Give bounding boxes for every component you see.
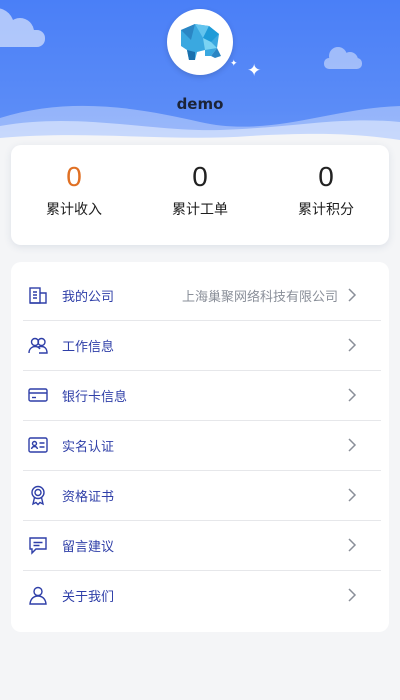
stat-income-value: 0	[66, 161, 82, 192]
stat-points-value: 0	[318, 161, 334, 192]
people-icon	[28, 337, 48, 354]
user-icon	[29, 586, 47, 605]
stats-card: 0 累计收入 0 累计工单 0 累计积分	[11, 145, 389, 245]
menu-value-company-name: 上海巢聚网络科技有限公司	[181, 289, 338, 305]
menu-label: 工作信息	[62, 339, 115, 355]
elephant-logo-icon	[181, 24, 221, 60]
menu-label: 我的公司	[62, 289, 115, 305]
avatar[interactable]	[167, 9, 233, 75]
chevron-right-icon	[348, 338, 357, 352]
menu-item-bank-card[interactable]: 银行卡信息	[11, 370, 389, 420]
certificate-icon	[31, 485, 45, 506]
menu-card: 我的公司 上海巢聚网络科技有限公司 工作信息 银行卡信息 实名认证 资格证书 留…	[11, 262, 389, 632]
menu-item-certificates[interactable]: 资格证书	[11, 470, 389, 520]
menu-label: 留言建议	[62, 539, 115, 555]
stat-workorders[interactable]: 0 累计工单	[137, 145, 263, 245]
stat-points[interactable]: 0 累计积分	[263, 145, 389, 245]
menu-label: 银行卡信息	[62, 389, 128, 405]
menu-item-real-name-verification[interactable]: 实名认证	[11, 420, 389, 470]
id-card-icon	[28, 437, 48, 453]
menu-label: 实名认证	[62, 439, 115, 455]
stat-points-label: 累计积分	[298, 202, 354, 218]
chevron-right-icon	[348, 488, 357, 502]
stat-income-label: 累计收入	[46, 202, 102, 218]
chevron-right-icon	[348, 288, 357, 302]
stat-income[interactable]: 0 累计收入	[11, 145, 137, 245]
sparkle-small-icon: ✦	[230, 59, 238, 69]
bank-card-icon	[28, 388, 48, 402]
chevron-right-icon	[348, 438, 357, 452]
stat-workorders-label: 累计工单	[172, 202, 228, 218]
chevron-right-icon	[348, 388, 357, 402]
sparkle-large-icon: ✦	[247, 61, 262, 81]
chevron-right-icon	[348, 538, 357, 552]
menu-item-feedback[interactable]: 留言建议	[11, 520, 389, 570]
message-icon	[29, 537, 47, 555]
menu-label: 关于我们	[62, 589, 115, 605]
stat-workorders-value: 0	[192, 161, 208, 192]
menu-item-about-us[interactable]: 关于我们	[11, 570, 389, 620]
menu-item-work-info[interactable]: 工作信息	[11, 320, 389, 370]
chevron-right-icon	[348, 588, 357, 602]
username: demo	[176, 95, 224, 113]
building-icon	[29, 287, 47, 304]
menu-label: 资格证书	[62, 489, 115, 505]
menu-item-my-company[interactable]: 我的公司 上海巢聚网络科技有限公司	[11, 270, 389, 320]
